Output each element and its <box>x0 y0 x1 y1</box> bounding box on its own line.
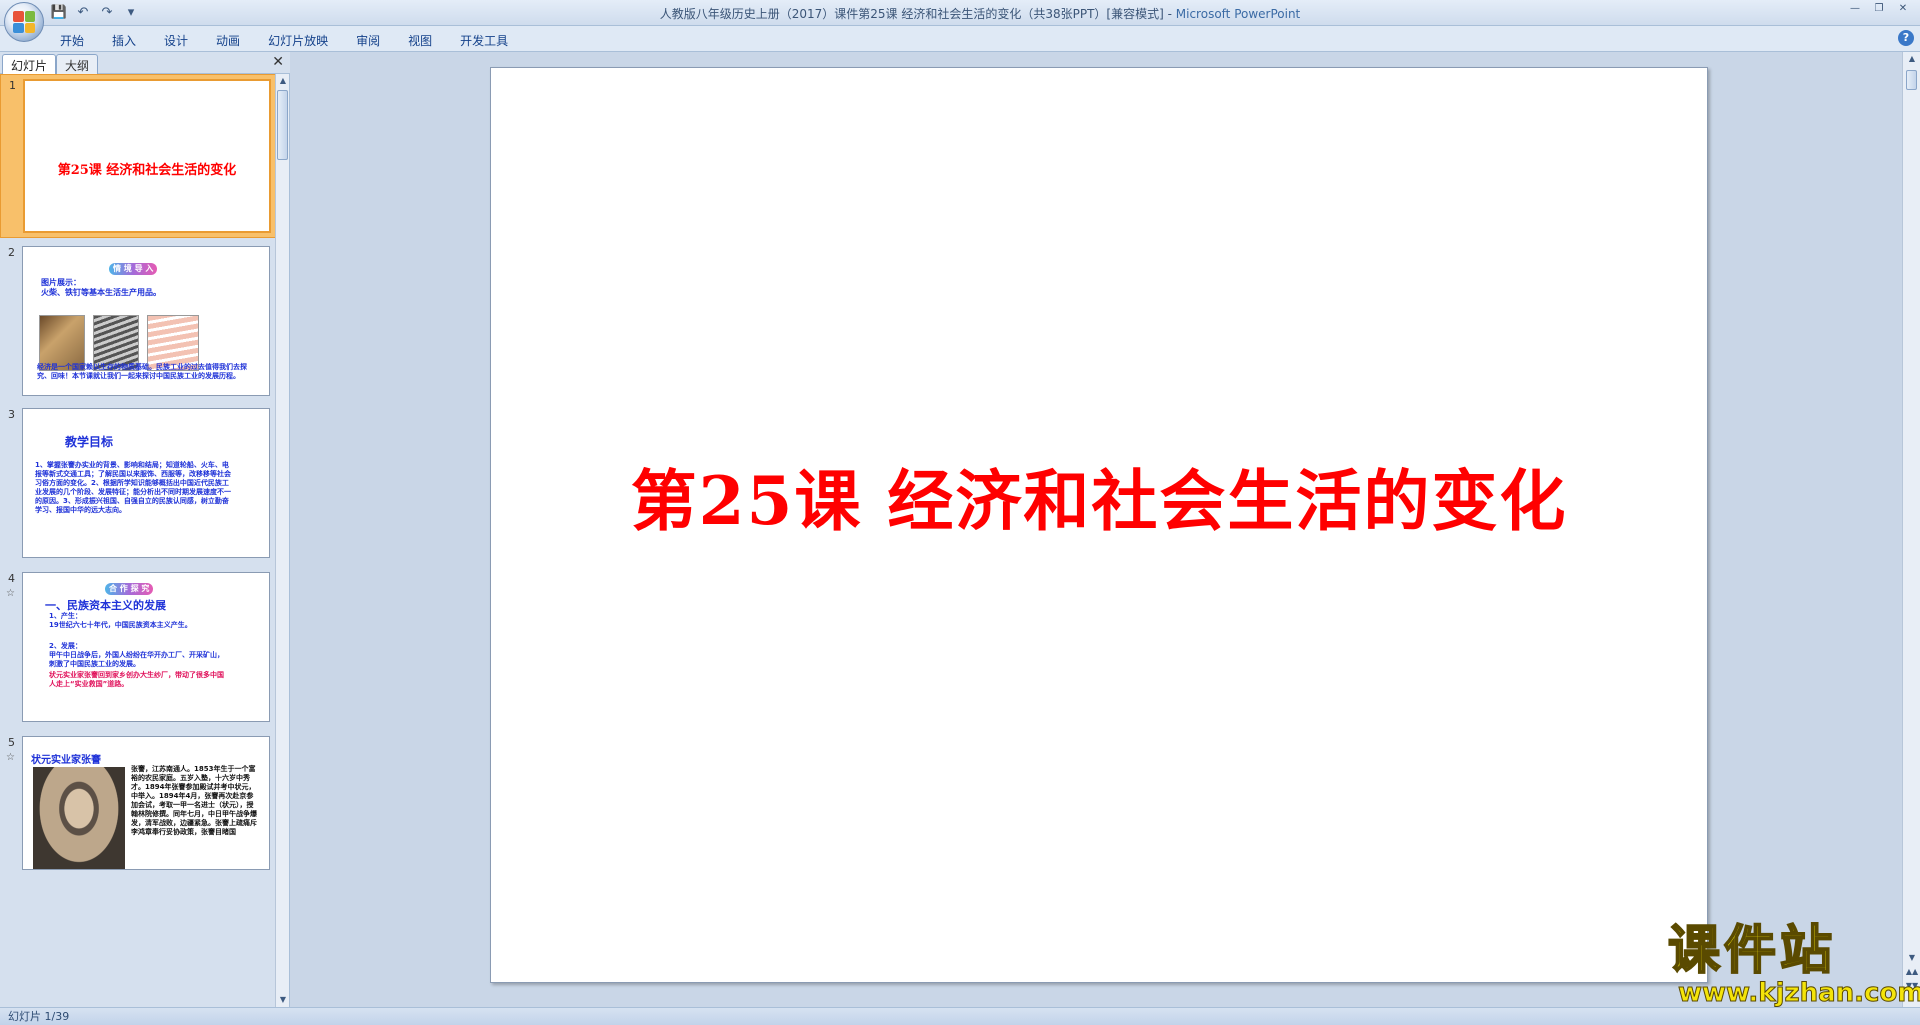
thumbnail-heading: 状元实业家张謇 <box>31 755 101 766</box>
slide-number: 4 <box>8 572 15 585</box>
status-bar: 幻灯片 1/39 <box>0 1007 1920 1025</box>
tab-view[interactable]: 视图 <box>394 30 446 51</box>
editor-scrollbar[interactable]: ▲ ▼ ▲▲ ▼▼ <box>1902 52 1920 1007</box>
tag-text: 合 作 探 究 <box>105 583 154 595</box>
thumbnail-frame: 教学目标 1、掌握张謇办实业的背景、影响和结局；知道轮船、火车、电报等新式交通工… <box>22 408 270 558</box>
window-title: 人教版八年级历史上册（2017）课件第25课 经济和社会生活的变化（共38张PP… <box>0 5 1920 22</box>
tab-slides[interactable]: 幻灯片 <box>2 54 57 74</box>
app-name: Microsoft PowerPoint <box>1175 7 1301 21</box>
scroll-up-icon[interactable]: ▲ <box>276 74 290 88</box>
scroll-thumb[interactable] <box>277 90 288 160</box>
ribbon-tabs: 开始 插入 设计 动画 幻灯片放映 审阅 视图 开发工具 <box>46 30 522 51</box>
title-separator: - <box>1163 7 1176 21</box>
thumbnail-body: 经济是一个国家赖以生存的物质基础。民族工业的过去值得我们去探究、回味！本节课就让… <box>37 363 247 380</box>
previous-slide-icon[interactable]: ▲▲ <box>1903 965 1920 979</box>
scroll-up-icon[interactable]: ▲ <box>1903 52 1920 66</box>
ribbon: 开始 插入 设计 动画 幻灯片放映 审阅 视图 开发工具 ? <box>0 26 1920 52</box>
section-tag: 合 作 探 究 <box>105 583 154 595</box>
slide-number: 1 <box>9 79 16 92</box>
tab-insert[interactable]: 插入 <box>98 30 150 51</box>
thumbnail-line: 19世纪六七十年代，中国民族资本主义产生。 <box>49 621 192 629</box>
thumbnail-slide-5[interactable]: 5 ☆ 状元实业家张謇 张謇，江苏南通人。1853年生于一个富裕的农民家庭。五岁… <box>0 732 276 872</box>
title-bar: 💾 ↶ ↷ ▾ 人教版八年级历史上册（2017）课件第25课 经济和社会生活的变… <box>0 0 1920 42</box>
thumbnail-body-highlight: 状元实业家张謇回到家乡创办大生纱厂，带动了很多中国人走上“实业救国”道路。 <box>49 671 224 688</box>
slide-number: 3 <box>8 408 15 421</box>
minimize-icon[interactable]: — <box>1844 2 1866 16</box>
tab-developer[interactable]: 开发工具 <box>446 30 522 51</box>
thumbnail-line: 2、发展： <box>49 642 82 650</box>
thumbnail-subheading: 火柴、铁钉等基本生活生产用品。 <box>41 288 161 297</box>
thumbnail-frame: 情 境 导 入 图片展示： 火柴、铁钉等基本生活生产用品。 经济是一个国家赖以生… <box>22 246 270 396</box>
slide-number: 5 <box>8 736 15 749</box>
slides-panel: 幻灯片 大纲 ✕ 1 第25课 经济和社会生活的变化 2 情 境 导 入 图片展… <box>0 52 290 1007</box>
tab-review[interactable]: 审阅 <box>342 30 394 51</box>
help-icon[interactable]: ? <box>1898 30 1914 46</box>
thumbnail-frame: 第25课 经济和社会生活的变化 <box>23 79 271 233</box>
close-panel-icon[interactable]: ✕ <box>272 54 284 70</box>
tab-slideshow[interactable]: 幻灯片放映 <box>254 30 342 51</box>
tab-home[interactable]: 开始 <box>46 30 98 51</box>
restore-icon[interactable]: ❐ <box>1868 2 1890 16</box>
office-logo-icon <box>13 11 35 33</box>
animation-star-icon: ☆ <box>6 752 15 763</box>
thumbnail-body: 甲午中日战争后，外国人纷纷在华开办工厂、开采矿山，刺激了中国民族工业的发展。 <box>49 651 224 668</box>
scroll-down-icon[interactable]: ▼ <box>276 993 290 1007</box>
thumbnail-body: 张謇，江苏南通人。1853年生于一个富裕的农民家庭。五岁入塾，十六岁中秀才。18… <box>131 765 257 836</box>
thumbnail-slide-4[interactable]: 4 ☆ 合 作 探 究 一、民族资本主义的发展 1、产生： 19世纪六七十年代，… <box>0 568 276 728</box>
slide-editor: 第25课 经济和社会生活的变化 <box>292 52 1902 1007</box>
portrait-photo <box>33 767 125 869</box>
thumbnail-heading: 教学目标 <box>65 435 114 449</box>
thumbnail-slide-1[interactable]: 1 第25课 经济和社会生活的变化 <box>0 74 276 238</box>
thumbnail-slide-2[interactable]: 2 情 境 导 入 图片展示： 火柴、铁钉等基本生活生产用品。 经济是一个国家赖… <box>0 242 276 402</box>
panel-tabs: 幻灯片 大纲 ✕ <box>0 52 290 74</box>
slide-counter: 幻灯片 1/39 <box>8 1010 70 1023</box>
slide-title[interactable]: 第25课 经济和社会生活的变化 <box>491 448 1707 544</box>
current-slide[interactable]: 第25课 经济和社会生活的变化 <box>490 67 1708 983</box>
thumbnail-body: 1、掌握张謇办实业的背景、影响和结局；知道轮船、火车、电报等新式交通工具；了解民… <box>35 461 231 514</box>
thumbnail-list: 1 第25课 经济和社会生活的变化 2 情 境 导 入 图片展示： 火柴、铁钉等… <box>0 74 276 1007</box>
tab-animations[interactable]: 动画 <box>202 30 254 51</box>
tab-outline[interactable]: 大纲 <box>56 54 99 74</box>
slide-number: 2 <box>8 246 15 259</box>
scroll-down-icon[interactable]: ▼ <box>1903 951 1920 965</box>
site-watermark: 课件站 www.kjzhan.com <box>1667 921 1920 1008</box>
thumbnail-scrollbar[interactable]: ▲ ▼ <box>275 74 289 1007</box>
thumbnail-slide-3[interactable]: 3 教学目标 1、掌握张謇办实业的背景、影响和结局；知道轮船、火车、电报等新式交… <box>0 404 276 564</box>
tag-text: 情 境 导 入 <box>109 263 158 275</box>
document-title: 人教版八年级历史上册（2017）课件第25课 经济和社会生活的变化（共38张PP… <box>659 7 1164 21</box>
section-tag: 情 境 导 入 <box>109 263 158 275</box>
close-icon[interactable]: ✕ <box>1892 2 1914 16</box>
scroll-thumb[interactable] <box>1906 70 1917 90</box>
window-controls: — ❐ ✕ <box>1844 2 1914 16</box>
office-button[interactable] <box>4 2 44 42</box>
watermark-url: www.kjzhan.com <box>1678 978 1920 1008</box>
thumbnail-title: 第25课 经济和社会生活的变化 <box>57 163 237 178</box>
animation-star-icon: ☆ <box>6 588 15 599</box>
thumbnail-frame: 状元实业家张謇 张謇，江苏南通人。1853年生于一个富裕的农民家庭。五岁入塾，十… <box>22 736 270 870</box>
watermark-text: 课件站 <box>1667 921 1837 981</box>
tab-design[interactable]: 设计 <box>150 30 202 51</box>
thumbnail-frame: 合 作 探 究 一、民族资本主义的发展 1、产生： 19世纪六七十年代，中国民族… <box>22 572 270 722</box>
